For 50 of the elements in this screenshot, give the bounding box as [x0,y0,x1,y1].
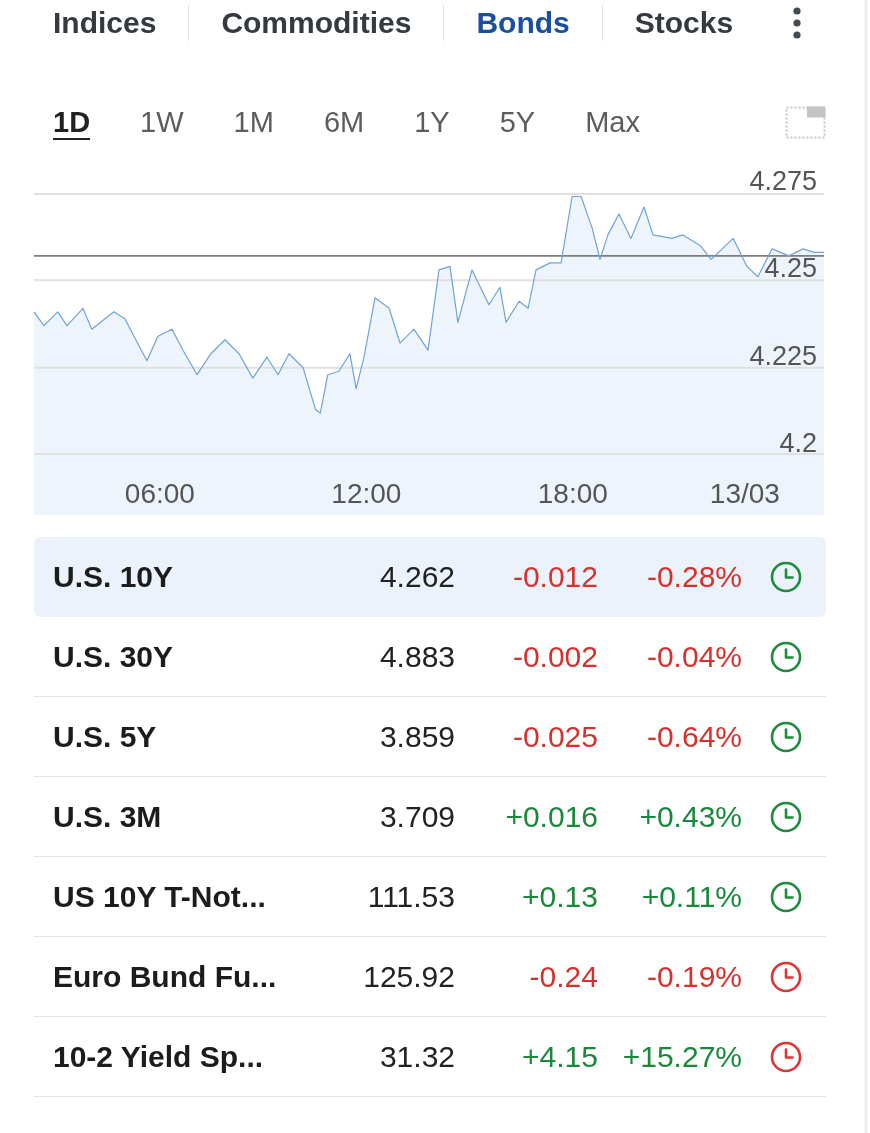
instrument-name: U.S. 5Y [53,719,157,755]
percent-change-cell-text: +15.27% [622,1039,742,1075]
range-tab[interactable]: 1M [233,107,274,137]
y-axis-label: 4.225 [749,340,817,371]
range-tab[interactable]: Max [585,107,640,137]
instrument-name: US 10Y T-Not... [53,879,266,915]
instrument-name: U.S. 30Y [53,639,174,675]
category-tab[interactable]: Commodities [189,8,444,38]
instrument-name: U.S. 3M [53,799,162,835]
y-axis-label: 4.2 [779,428,817,458]
y-axis-label: 4.25 [764,253,817,284]
y-axis-label: 4.275 [749,166,817,196]
price-cell-text: 111.53 [367,879,455,915]
percent-change-cell-text: -0.64% [646,719,742,755]
change-cell-text: -0.002 [512,639,598,675]
range-tab[interactable]: 1D [53,107,91,137]
x-axis-label: 12:00 [331,480,402,508]
range-tab[interactable]: 1Y [414,107,450,137]
percent-change-cell-text: -0.04% [646,639,742,675]
price-cell-text: 3.859 [379,719,455,755]
percent-change-cell-text: -0.28% [646,559,742,595]
range-tab[interactable]: 6M [323,107,365,137]
table-row[interactable]: U.S. 10Y 4.262 -0.012 -0.28% [34,537,826,617]
category-tab[interactable]: Stocks [602,8,766,38]
price-cell-text: 125.92 [363,959,455,995]
change-cell-text: +0.016 [505,799,598,835]
price-cell-text: 4.883 [379,639,455,675]
price-cell-text: 3.709 [379,799,455,835]
dotted-frame-icon[interactable] [785,105,826,139]
instrument-name: U.S. 10Y [53,559,174,595]
range-tab[interactable]: 1W [140,107,184,137]
x-axis-label: 06:00 [124,480,195,508]
kebab-menu-icon[interactable] [793,7,801,39]
change-cell-text: +0.13 [522,879,598,915]
price-cell-text: 31.32 [379,1039,455,1075]
category-tab[interactable]: Indices [53,8,189,38]
range-tab[interactable]: 5Y [499,107,536,137]
instrument-name: Euro Bund Fu... [53,959,277,995]
change-cell-text: -0.012 [512,559,598,595]
x-axis-label: 18:00 [537,480,608,508]
price-cell-text: 4.262 [379,559,455,595]
change-cell-text: -0.24 [529,959,598,995]
x-axis-label: 13/03 [709,480,780,508]
instrument-name: 10-2 Yield Sp... [53,1039,264,1075]
change-cell-text: -0.025 [512,719,598,755]
percent-change-cell-text: +0.43% [639,799,742,835]
change-cell-text: +4.15 [522,1039,598,1075]
category-tab[interactable]: Bonds [444,8,602,38]
percent-change-cell-text: -0.19% [646,959,742,995]
percent-change-cell-text: +0.11% [641,879,742,915]
